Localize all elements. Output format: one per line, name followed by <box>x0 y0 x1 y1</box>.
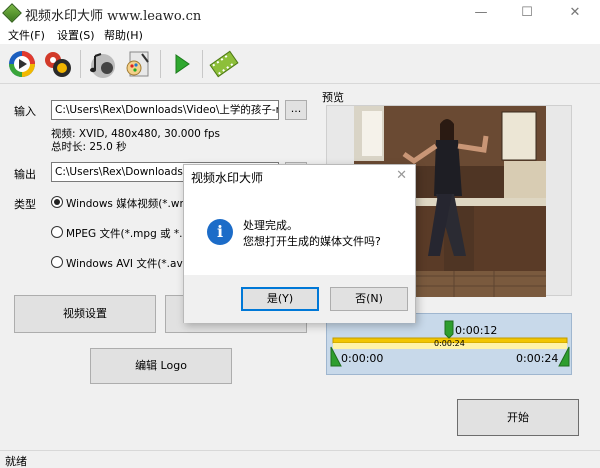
duration-text: 总时长: 25.0 秒 <box>51 141 127 153</box>
radio-wmv[interactable] <box>51 196 63 208</box>
video-settings-button[interactable]: 视频设置 <box>14 295 156 333</box>
menu-help[interactable]: 帮助(H) <box>104 27 143 43</box>
film-reel-icon[interactable] <box>42 48 74 80</box>
timeline-playhead[interactable] <box>444 320 454 339</box>
music-notes-icon[interactable] <box>86 48 118 80</box>
menu-settings[interactable]: 设置(S) <box>57 27 95 43</box>
toolbar <box>0 44 600 84</box>
title-bar: 视频水印大师 www.leawo.cn — ☐ ✕ <box>0 0 600 26</box>
close-button[interactable]: ✕ <box>552 0 598 26</box>
app-logo-icon <box>2 3 22 23</box>
radio-mpeg[interactable] <box>51 226 63 238</box>
film-strip-icon[interactable] <box>208 48 240 80</box>
input-label: 输入 <box>14 105 36 118</box>
status-text: 就绪 <box>5 455 27 468</box>
edit-logo-button[interactable]: 编辑 Logo <box>90 348 232 384</box>
info-icon: i <box>207 219 233 245</box>
completion-dialog: 视频水印大师 ✕ i 处理完成。 您想打开生成的媒体文件吗? 是(Y) 否(N) <box>183 164 416 323</box>
yes-button[interactable]: 是(Y) <box>241 287 319 311</box>
output-label: 输出 <box>14 168 36 181</box>
type-label: 类型 <box>14 198 36 211</box>
radio-avi-label[interactable]: Windows AVI 文件(*.avi) <box>66 256 190 271</box>
status-bar: 就绪 <box>0 450 600 468</box>
current-time-label: 0:00:12 <box>455 324 498 337</box>
dialog-title: 视频水印大师 <box>191 171 264 185</box>
dialog-close-button[interactable]: ✕ <box>396 168 407 183</box>
dialog-message-line1: 处理完成。 <box>243 219 298 232</box>
menu-bar: 文件(F) 设置(S) 帮助(H) <box>0 26 600 44</box>
maximize-button[interactable]: ☐ <box>504 0 550 26</box>
toolbar-separator <box>202 50 203 78</box>
preview-label: 预览 <box>322 91 344 104</box>
dialog-body: i 处理完成。 您想打开生成的媒体文件吗? <box>184 189 415 275</box>
range-label: 0:00:24 <box>434 339 465 348</box>
start-time-label: 0:00:00 <box>341 352 384 365</box>
toolbar-separator <box>80 50 81 78</box>
no-button[interactable]: 否(N) <box>330 287 408 311</box>
toolbar-separator <box>160 50 161 78</box>
play-circle-icon[interactable] <box>6 48 38 80</box>
radio-avi[interactable] <box>51 256 63 268</box>
input-browse-button[interactable]: ... <box>285 100 307 120</box>
minimize-button[interactable]: — <box>458 0 504 26</box>
dialog-message-line2: 您想打开生成的媒体文件吗? <box>243 235 381 248</box>
dialog-footer: 是(Y) 否(N) <box>184 275 415 323</box>
radio-wmv-label[interactable]: Windows 媒体视频(*.wmv) <box>66 196 200 211</box>
input-path-field[interactable]: C:\Users\Rex\Downloads\Video\上学的孩子-new. <box>51 100 279 120</box>
play-arrow-icon[interactable] <box>166 48 198 80</box>
window-title: 视频水印大师 www.leawo.cn <box>25 9 202 24</box>
start-button[interactable]: 开始 <box>457 399 579 436</box>
paint-palette-icon[interactable] <box>122 48 154 80</box>
end-time-label: 0:00:24 <box>516 352 559 365</box>
menu-file[interactable]: 文件(F) <box>8 27 45 43</box>
